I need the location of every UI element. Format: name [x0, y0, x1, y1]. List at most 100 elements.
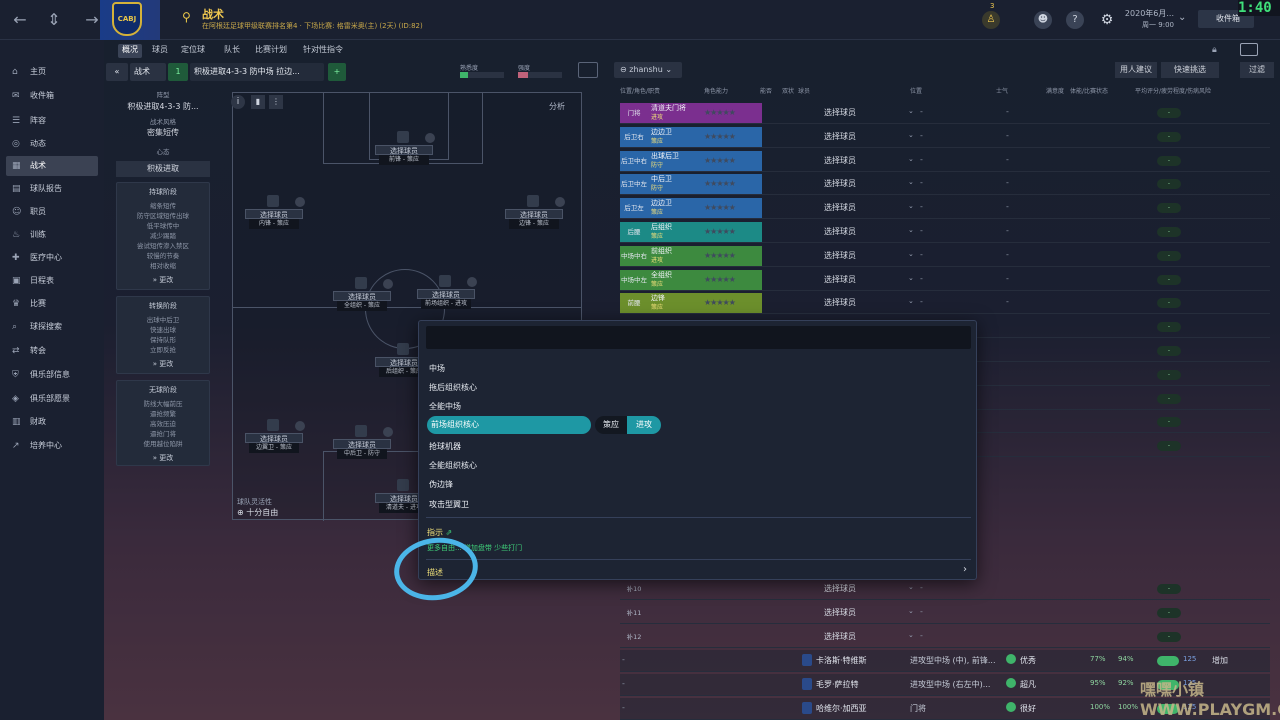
- role-option-box-to-box[interactable]: 全能中场: [429, 401, 461, 412]
- add-tactic-button[interactable]: +: [328, 63, 346, 81]
- sidebar-item-14[interactable]: ⛨ 俱乐部信息: [6, 365, 98, 385]
- sidebar-item-5[interactable]: ▦ 战术: [6, 156, 98, 176]
- sidebar-item-9[interactable]: ✚ 医疗中心: [6, 248, 98, 268]
- table-row[interactable]: 后卫中右 出球后卫 防守 ★★★★★ 选择球员 ⌄ - - -: [620, 150, 1270, 172]
- role-cell[interactable]: 边边卫 策应: [648, 126, 704, 147]
- sidebar-item-16[interactable]: ▥ 财政: [6, 412, 98, 432]
- slot-role[interactable]: 前锋 - 策应: [379, 155, 429, 165]
- formation-dropdown[interactable]: 积极进取4-3-3 防...: [116, 101, 210, 112]
- date-dropdown-icon[interactable]: ⌄: [1178, 12, 1186, 23]
- pitch-slot[interactable]: 选择球员 前锋 - 策应: [375, 131, 435, 165]
- role-cell[interactable]: 边锋 策应: [648, 293, 704, 314]
- role-option-ball-winning-midfielder[interactable]: 抢球机器: [429, 441, 461, 452]
- style-dropdown[interactable]: 密集短传: [116, 127, 210, 138]
- column-header[interactable]: 双状: [782, 86, 794, 95]
- chevron-down-icon[interactable]: ⌄: [908, 583, 914, 591]
- select-player-dropdown[interactable]: 选择球员: [824, 155, 856, 166]
- slot-role[interactable]: 前场组织 - 进攻: [421, 299, 471, 309]
- slot-player-name[interactable]: 选择球员: [505, 209, 563, 219]
- settings-gear-icon[interactable]: ⚙: [1098, 11, 1116, 29]
- column-header[interactable]: 士气: [996, 86, 1008, 95]
- chevron-down-icon[interactable]: ⌄: [908, 631, 914, 639]
- column-header[interactable]: 满意度: [1046, 86, 1064, 95]
- tab-set-pieces[interactable]: 定位球: [181, 44, 205, 58]
- select-player-dropdown[interactable]: 选择球员: [824, 107, 856, 118]
- sidebar-item-17[interactable]: ↗ 培养中心: [6, 436, 98, 456]
- slot-role[interactable]: 边翼卫 - 策应: [249, 443, 299, 453]
- pitch-slot[interactable]: 选择球员 边翼卫 - 策应: [245, 419, 305, 453]
- column-header[interactable]: 位置/角色/职责: [620, 86, 660, 95]
- chevron-down-icon[interactable]: ⌄: [908, 297, 914, 305]
- in-possession-change-button[interactable]: » 更改: [117, 275, 209, 285]
- sidebar-item-12[interactable]: ⌕ 球探搜索: [6, 317, 98, 337]
- history-updown-icon[interactable]: ⇕: [42, 8, 66, 32]
- club-crest[interactable]: CABJ: [112, 2, 142, 36]
- select-player-dropdown[interactable]: 选择球员: [824, 631, 856, 642]
- sidebar-item-10[interactable]: ▣ 日程表: [6, 271, 98, 291]
- shoot-less-link[interactable]: 少些打门: [494, 544, 522, 552]
- duty-support-button[interactable]: 策应: [595, 416, 627, 434]
- table-row[interactable]: 门将 清道夫门将 进攻 ★★★★★ 选择球员 ⌄ - - -: [620, 102, 1270, 124]
- chevron-down-icon[interactable]: ⌄: [908, 107, 914, 115]
- tab-captains[interactable]: 队长: [224, 44, 240, 58]
- pitch-slot[interactable]: 选择球员 前场组织 - 进攻: [417, 275, 477, 309]
- suggestion-button[interactable]: 用人建议: [1115, 62, 1157, 78]
- lock-icon[interactable]: 🔒︎: [1212, 45, 1217, 55]
- chevron-right-icon[interactable]: ›: [963, 564, 967, 575]
- column-header[interactable]: 平均评分/疲劳程度/伤病风险: [1135, 86, 1211, 95]
- column-header[interactable]: 体能/比赛状态: [1070, 86, 1108, 95]
- select-player-dropdown[interactable]: 选择球员: [824, 131, 856, 142]
- player-row[interactable]: - 卡洛斯·特维斯 进攻型中场 (中), 前锋... 优秀 77% 94% 125 增加: [620, 650, 1270, 672]
- table-row[interactable]: 后卫左 边边卫 策应 ★★★★★ 选择球员 ⌄ - - -: [620, 197, 1270, 220]
- sidebar-item-2[interactable]: ✉ 收件箱: [6, 86, 98, 106]
- sidebar-item-7[interactable]: ☺ 职员: [6, 202, 98, 222]
- tab-opposition-instructions[interactable]: 针对性指令: [303, 44, 343, 58]
- column-header[interactable]: 能否: [760, 86, 772, 95]
- transition-change-button[interactable]: » 更改: [117, 359, 209, 369]
- column-header[interactable]: 球员: [798, 86, 810, 95]
- select-player-dropdown[interactable]: 选择球员: [824, 202, 856, 213]
- column-header[interactable]: 位置: [910, 86, 922, 95]
- out-of-possession-change-button[interactable]: » 更改: [117, 453, 209, 463]
- duty-attack-button[interactable]: 进攻: [627, 416, 661, 434]
- help-icon[interactable]: ?: [1066, 11, 1084, 29]
- sub-row[interactable]: 补10 选择球员 ⌄ - -: [620, 578, 1270, 600]
- slot-role[interactable]: 内锋 - 策应: [249, 219, 299, 229]
- table-row[interactable]: 中场中左 全组织 策应 ★★★★★ 选择球员 ⌄ - - -: [620, 269, 1270, 291]
- chevron-down-icon[interactable]: ⌄: [908, 178, 914, 186]
- sidebar-item-3[interactable]: ☰ 阵容: [6, 111, 98, 131]
- select-player-dropdown[interactable]: 选择球员: [824, 250, 856, 261]
- chevron-down-icon[interactable]: ⌄: [908, 226, 914, 234]
- slot-player-name[interactable]: 选择球员: [245, 209, 303, 219]
- tactic-name-dropdown[interactable]: 积极进取4-3-3 防中场 拉边...: [190, 63, 324, 81]
- select-player-dropdown[interactable]: 选择球员: [824, 297, 856, 308]
- role-option-advanced-playmaker-selected[interactable]: 前场组织核心: [427, 416, 591, 434]
- select-player-dropdown[interactable]: 选择球员: [824, 274, 856, 285]
- sidebar-item-11[interactable]: ♛ 比赛: [6, 294, 98, 314]
- slot-player-name[interactable]: 选择球员: [245, 433, 303, 443]
- role-option-attacking-wingback[interactable]: 攻击型翼卫: [429, 499, 469, 510]
- slot-player-name[interactable]: 选择球员: [417, 289, 475, 299]
- chevron-down-icon[interactable]: ⌄: [908, 250, 914, 258]
- slot-player-name[interactable]: 选择球员: [333, 291, 391, 301]
- pitch-slot[interactable]: 选择球员 内锋 - 策应: [245, 195, 305, 229]
- slot-role[interactable]: 全组织 - 策应: [337, 301, 387, 311]
- chevron-down-icon[interactable]: ⌄: [908, 274, 914, 282]
- info-icon[interactable]: i: [231, 95, 245, 109]
- select-player-dropdown[interactable]: 选择球员: [824, 607, 856, 618]
- tab-players[interactable]: 球员: [152, 44, 168, 58]
- sidebar-item-6[interactable]: ▤ 球队报告: [6, 179, 98, 199]
- table-row[interactable]: 后腰 后组织 策应 ★★★★★ 选择球员 ⌄ - - -: [620, 221, 1270, 243]
- role-cell[interactable]: 后组织 策应: [648, 222, 704, 242]
- sidebar-item-8[interactable]: ♨ 训练: [6, 225, 98, 245]
- select-player-dropdown[interactable]: 选择球员: [824, 178, 856, 189]
- bar-chart-icon[interactable]: ▮: [251, 95, 265, 109]
- compare-icon[interactable]: [578, 62, 598, 78]
- chevron-down-icon[interactable]: ⌄: [908, 155, 914, 163]
- view-toggle-icon[interactable]: [1240, 43, 1258, 56]
- table-row[interactable]: 中场中右 前组织 进攻 ★★★★★ 选择球员 ⌄ - - -: [620, 245, 1270, 267]
- player-name[interactable]: 卡洛斯·特维斯: [816, 655, 867, 666]
- player-name[interactable]: 毛罗·萨拉特: [816, 679, 859, 690]
- slot-role[interactable]: 边锋 - 策应: [509, 219, 559, 229]
- back-arrow-icon[interactable]: ←: [8, 8, 32, 32]
